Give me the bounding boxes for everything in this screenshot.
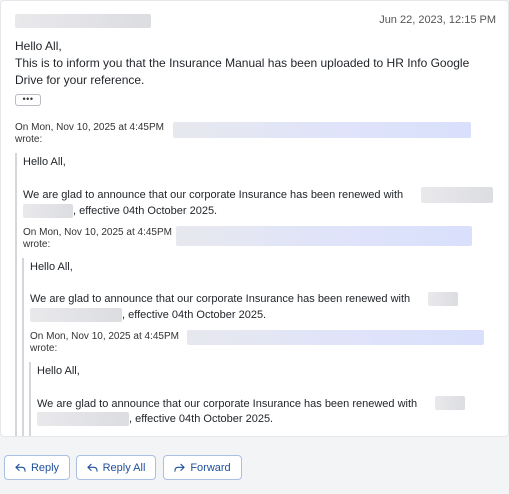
insurer-name-redacted	[428, 292, 458, 306]
forward-label: Forward	[190, 461, 231, 474]
forward-icon	[174, 463, 185, 472]
quote-greeting: Hello All,	[37, 365, 80, 377]
insurer-name-redacted	[37, 412, 129, 426]
message-greeting: Hello All,	[15, 39, 62, 53]
message-body: Hello All, This is to inform you that th…	[15, 38, 500, 89]
quote-greeting: Hello All,	[23, 156, 66, 168]
sender-name-redacted	[15, 14, 151, 28]
reply-icon	[15, 463, 26, 472]
quote-greeting: Hello All,	[30, 261, 73, 273]
quote-sender-redacted	[173, 122, 471, 138]
quote-attribution: On Mon, Nov 10, 2025 at 4:45PM wrote:	[23, 227, 172, 250]
reply-label: Reply	[30, 461, 60, 474]
reply-all-label: Reply All	[102, 461, 146, 474]
reply-all-icon	[86, 463, 98, 472]
quote-attribution: On Mon, Nov 10, 2025 at 4:45PM wrote:	[30, 331, 179, 354]
forward-button[interactable]: Forward	[163, 455, 242, 480]
email-message: Jun 22, 2023, 12:15 PM Hello All, This i…	[0, 0, 509, 437]
insurer-name-redacted	[435, 396, 465, 410]
reply-all-button[interactable]: Reply All	[76, 455, 156, 480]
insurer-name-redacted	[23, 204, 73, 218]
show-trimmed-content-button[interactable]: •••	[15, 94, 41, 106]
quote-text: We are glad to announce that our corpora…	[37, 398, 418, 410]
quote-text: We are glad to announce that our corpora…	[30, 293, 411, 305]
reply-button[interactable]: Reply	[4, 455, 70, 480]
quote-text-end: , effective 04th October 2025.	[122, 309, 267, 321]
message-date: Jun 22, 2023, 12:15 PM	[379, 14, 496, 26]
quote-attribution: On Mon, Nov 10, 2025 at 4:45PM wrote:	[15, 122, 164, 145]
quote-text-end: , effective 04th October 2025.	[129, 413, 274, 425]
message-text: This is to inform you that the Insurance…	[15, 56, 470, 87]
insurer-name-redacted	[30, 308, 122, 322]
quote-sender-redacted	[176, 226, 472, 246]
quote-text-end: , effective 04th October 2025.	[73, 205, 218, 217]
quote-sender-redacted	[187, 330, 484, 345]
insurer-name-redacted	[421, 187, 493, 203]
quote-text: We are glad to announce that our corpora…	[23, 189, 404, 201]
